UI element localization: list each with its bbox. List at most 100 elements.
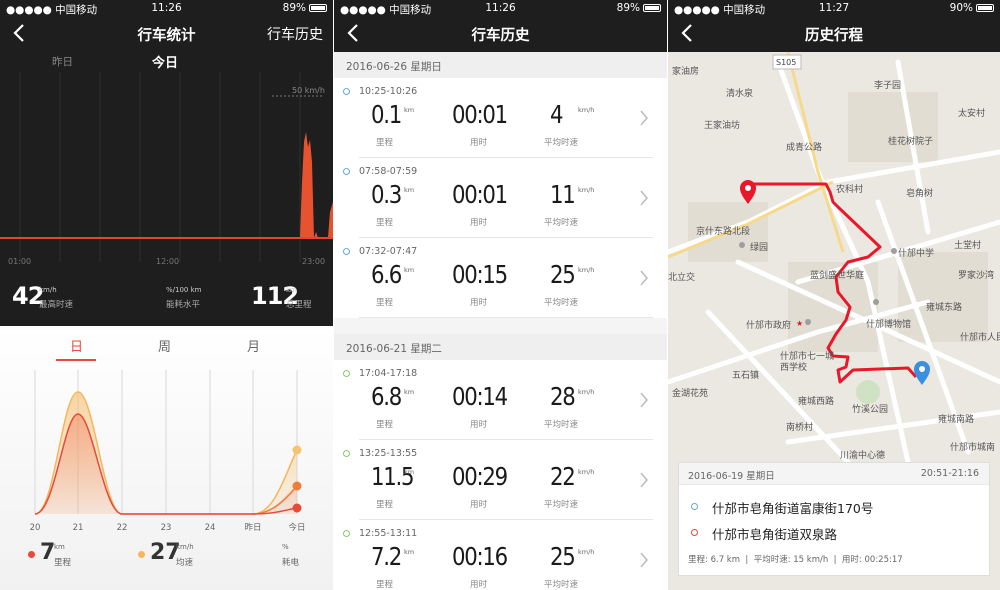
map-label: 南桥村 bbox=[786, 423, 814, 433]
trip-duration: 00:15 bbox=[452, 260, 508, 289]
stat-unit: %/100 km bbox=[166, 286, 202, 294]
speed-unit: km/h bbox=[578, 106, 595, 114]
trip-row[interactable]: 13:25-13:55 11.5 km 里程 00:29 用时 22 km/h 平均时速 bbox=[334, 440, 667, 520]
speed-unit: km/h bbox=[578, 186, 595, 194]
tab-week[interactable]: 周 bbox=[158, 336, 171, 355]
speed-label: 平均时速 bbox=[544, 298, 579, 308]
speed-label: 平均时速 bbox=[544, 218, 579, 228]
map-label: 京什东路北段 bbox=[696, 227, 751, 237]
history-link[interactable]: 行车历史 bbox=[267, 24, 323, 44]
distance-label: 里程 bbox=[376, 500, 394, 510]
speed-area bbox=[300, 132, 333, 238]
stat-total-mileage: 112 km 总里程 bbox=[251, 282, 331, 312]
trip-summary: 里程: 6.7 km | 平均时速: 15 km/h | 用时: 00:25:1… bbox=[688, 555, 903, 565]
legend-label: 里程 bbox=[54, 558, 72, 568]
tab-yesterday[interactable]: 昨日 bbox=[52, 54, 73, 69]
distance-unit: km bbox=[404, 388, 415, 396]
map-label: 五石镇 bbox=[732, 371, 760, 381]
map-label: 太安村 bbox=[958, 109, 986, 119]
legend-speed: 27 km/h 均速 bbox=[138, 540, 218, 572]
svg-text:★: ★ bbox=[796, 319, 803, 328]
trip-distance: 6.8 bbox=[371, 382, 402, 411]
history-screen: ●●●●● 中国移动 11:26 89% 行车历史 2016-06-26 星期日… bbox=[334, 0, 667, 590]
legend-dot bbox=[138, 551, 145, 558]
chevron-right-icon bbox=[640, 110, 648, 126]
trip-time-range: 20:51-21:16 bbox=[920, 468, 979, 479]
park-area bbox=[856, 380, 880, 404]
trip-row[interactable]: 17:04-17:18 6.8 km 里程 00:14 用时 28 km/h 平均时速 bbox=[334, 360, 667, 440]
trip-row[interactable]: 12:55-13:11 7.2 km 里程 00:16 用时 25 km/h 平均时速 bbox=[334, 520, 667, 590]
map-label: 家油房 bbox=[672, 67, 700, 77]
start-address: 什邡市皂角街道富康街170号 bbox=[712, 501, 874, 516]
distance-label: 里程 bbox=[376, 580, 394, 590]
stat-unit: km bbox=[286, 286, 297, 294]
stat-max-speed: 42 km/h 最高时速 bbox=[12, 282, 112, 312]
map-label: 桂花树院子 bbox=[888, 137, 934, 147]
trip-distance: 0.3 bbox=[371, 180, 402, 209]
x-tick: 01:00 bbox=[8, 257, 31, 266]
trip-duration: 00:29 bbox=[452, 462, 508, 491]
x-tick: 今日 bbox=[288, 522, 305, 533]
point-today-speed bbox=[292, 445, 302, 455]
trip-time: 10:25-10:26 bbox=[359, 86, 418, 97]
stat-label: 最高时速 bbox=[39, 300, 74, 310]
legend-unit: km/h bbox=[176, 543, 194, 551]
speed-unit: km/h bbox=[578, 548, 595, 556]
tab-today[interactable]: 今日 bbox=[152, 52, 178, 71]
legend-unit: km bbox=[54, 543, 65, 551]
active-tab-underline bbox=[56, 359, 96, 361]
trip-speed: 25 bbox=[550, 542, 576, 571]
end-dot-icon bbox=[691, 529, 698, 536]
map-label: 李子园 bbox=[874, 81, 902, 91]
stats-screen: ●●●●● 中国移动 11:26 89% 行车统计 行车历史 昨日 今日 50 … bbox=[0, 0, 333, 590]
trip-info-header: 2016-06-19 星期日 20:51-21:16 bbox=[679, 463, 989, 485]
battery-icon bbox=[643, 4, 661, 12]
road-badge: S105 bbox=[776, 58, 796, 67]
date-header: 2016-06-21 星期二 bbox=[334, 334, 667, 360]
legend-label: 耗电 bbox=[282, 558, 300, 568]
map-label: 雍城南路 bbox=[938, 415, 975, 425]
timeline-dot-icon bbox=[343, 370, 350, 377]
x-tick: 22 bbox=[117, 523, 128, 533]
distance-unit: km bbox=[404, 186, 415, 194]
chevron-right-icon bbox=[640, 190, 648, 206]
timeline-dot-icon bbox=[343, 248, 350, 255]
x-tick: 21 bbox=[73, 523, 84, 533]
tab-day[interactable]: 日 bbox=[70, 336, 83, 355]
trip-speed: 25 bbox=[550, 260, 576, 289]
trip-row[interactable]: 10:25-10:26 0.1 km 里程 00:01 用时 4 km/h 平均时速 bbox=[334, 78, 667, 158]
tab-month[interactable]: 月 bbox=[247, 336, 260, 355]
trip-time: 17:04-17:18 bbox=[359, 368, 418, 379]
distance-label: 里程 bbox=[376, 298, 394, 308]
x-tick: 23 bbox=[161, 523, 172, 533]
timeline-dot-icon bbox=[343, 168, 350, 175]
nav-bar: 行车统计 行车历史 bbox=[0, 16, 333, 52]
speed-label: 平均时速 bbox=[544, 138, 579, 148]
speed-label: 平均时速 bbox=[544, 580, 579, 590]
map-label: 北立交 bbox=[668, 273, 696, 283]
map-label: 竹溪公园 bbox=[852, 405, 889, 415]
trip-info-card: 2016-06-19 星期日 20:51-21:16 什邡市皂角街道富康街170… bbox=[678, 462, 990, 576]
trip-time: 13:25-13:55 bbox=[359, 448, 418, 459]
trip-duration: 00:16 bbox=[452, 542, 508, 571]
x-tick: 昨日 bbox=[244, 522, 261, 533]
stat-label: 总里程 bbox=[286, 300, 312, 310]
x-tick: 20 bbox=[30, 523, 41, 533]
battery-status: 89% bbox=[283, 2, 327, 14]
trip-row[interactable]: 07:32-07:47 6.6 km 里程 00:15 用时 25 km/h 平均时速 bbox=[334, 238, 667, 318]
speed-unit: km/h bbox=[578, 468, 595, 476]
speed-label: 平均时速 bbox=[544, 420, 579, 430]
map-label: 成青公路 bbox=[786, 143, 823, 153]
end-address: 什邡市皂角街道双泉路 bbox=[712, 527, 838, 542]
legend-dot bbox=[28, 551, 35, 558]
battery-icon bbox=[976, 4, 994, 12]
trip-row[interactable]: 07:58-07:59 0.3 km 里程 00:01 用时 11 km/h 平均时速 bbox=[334, 158, 667, 238]
legend-battery: % 耗电 bbox=[282, 542, 330, 572]
x-tick: 24 bbox=[205, 523, 216, 533]
map-label: 雍城东路 bbox=[926, 303, 963, 313]
map-label: 什邡市政府 bbox=[746, 321, 792, 331]
trip-duration: 00:01 bbox=[452, 180, 508, 209]
map-label: 农科村 bbox=[836, 185, 864, 195]
distance-label: 里程 bbox=[376, 420, 394, 430]
trip-speed: 15 km/h bbox=[793, 555, 829, 565]
